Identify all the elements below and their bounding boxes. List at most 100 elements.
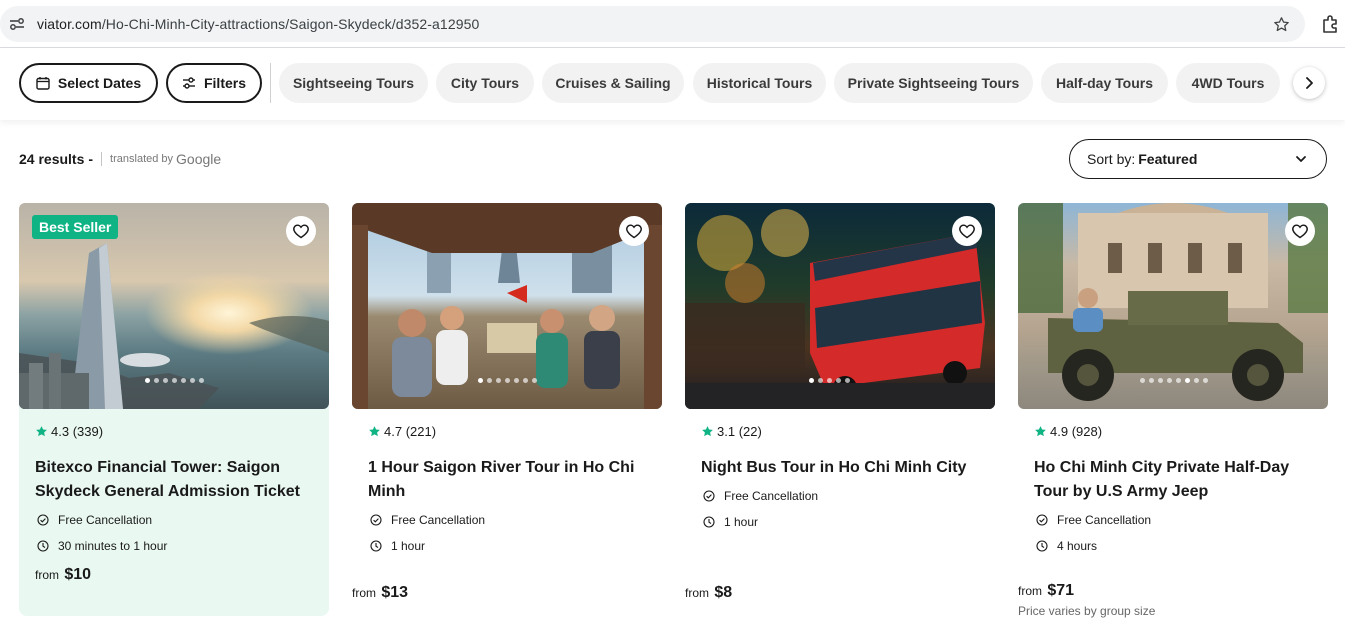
- star-icon: [369, 425, 380, 436]
- rating: 3.1 (22): [701, 423, 979, 439]
- best-seller-badge: Best Seller: [32, 215, 119, 239]
- price-value: $10: [64, 566, 92, 583]
- check-circle-icon: [1036, 514, 1048, 526]
- url-path: /Ho-Chi-Minh-City-attractions/Saigon-Sky…: [101, 16, 480, 32]
- translated-by-label: translated by: [110, 153, 174, 165]
- category-pill-4wd[interactable]: 4WD Tours: [1176, 63, 1280, 103]
- heart-icon[interactable]: [952, 216, 982, 246]
- duration: 30 minutes to 1 hour: [35, 538, 313, 554]
- product-card[interactable]: 3.1 (22) Night Bus Tour in Ho Chi Minh C…: [685, 203, 995, 616]
- filter-bar: Select Dates Filters Sightseeing Tours C…: [0, 48, 1345, 120]
- product-photo[interactable]: [352, 203, 662, 409]
- product-title[interactable]: Bitexco Financial Tower: Saigon Skydeck …: [35, 456, 313, 504]
- sort-label: Sort by:: [1087, 151, 1136, 167]
- url-host: viator.com: [37, 16, 102, 32]
- product-title[interactable]: Ho Chi Minh City Private Half-Day Tour b…: [1034, 456, 1312, 504]
- category-pill-historical[interactable]: Historical Tours: [693, 63, 826, 103]
- duration-label: 30 minutes to 1 hour: [58, 539, 168, 553]
- category-pill-cruises[interactable]: Cruises & Sailing: [542, 63, 684, 103]
- product-card[interactable]: Best Seller 4.3 (339) Bitexco Financial …: [19, 203, 329, 616]
- scroll-right-button[interactable]: [1293, 67, 1325, 99]
- google-logo[interactable]: Google: [176, 151, 221, 167]
- results-summary: 24 results - translated by Google: [19, 151, 221, 167]
- address-bar[interactable]: viator.com/Ho-Chi-Minh-City-attractions/…: [0, 6, 1305, 42]
- price: from $71: [1018, 582, 1155, 600]
- rating-value: 4.9: [1050, 423, 1069, 439]
- filters-label: Filters: [203, 75, 246, 91]
- category-pill-private-sightseeing[interactable]: Private Sightseeing Tours: [834, 63, 1033, 103]
- chevron-down-icon: [1296, 156, 1306, 162]
- price: from $8: [685, 584, 732, 602]
- heart-icon[interactable]: [619, 216, 649, 246]
- price-prefix: from: [35, 568, 59, 582]
- price-prefix: from: [352, 586, 376, 600]
- card-body: 4.3 (339) Bitexco Financial Tower: Saigo…: [19, 409, 329, 616]
- price: from $13: [352, 584, 408, 602]
- review-count: (339): [72, 423, 104, 439]
- free-cancellation-label: Free Cancellation: [58, 513, 153, 527]
- carousel-dots: [685, 378, 995, 383]
- results-separator: [101, 152, 103, 166]
- card-body: 3.1 (22) Night Bus Tour in Ho Chi Minh C…: [685, 409, 995, 616]
- bookmark-star-icon[interactable]: [1271, 14, 1291, 34]
- card-body: 4.9 (928) Ho Chi Minh City Private Half-…: [1018, 409, 1328, 619]
- carousel-dots: [19, 378, 329, 383]
- product-title[interactable]: Night Bus Tour in Ho Chi Minh City: [701, 456, 979, 480]
- carousel-dots: [1018, 378, 1328, 383]
- duration-label: 1 hour: [724, 515, 759, 529]
- price-value: $13: [381, 584, 409, 601]
- price: from $10: [35, 566, 313, 584]
- check-circle-icon: [37, 514, 49, 526]
- product-title[interactable]: 1 Hour Saigon River Tour in Ho Chi Minh: [368, 456, 646, 504]
- heart-icon[interactable]: [1285, 216, 1315, 246]
- category-pill-half-day[interactable]: Half-day Tours: [1041, 63, 1168, 103]
- review-count: (221): [405, 423, 437, 439]
- duration: 1 hour: [701, 514, 979, 530]
- free-cancellation: Free Cancellation: [1034, 512, 1312, 528]
- rating: 4.3 (339): [35, 423, 313, 439]
- duration-label: 1 hour: [391, 539, 426, 553]
- filters-button[interactable]: Filters: [166, 63, 262, 103]
- product-photo[interactable]: [1018, 203, 1328, 409]
- rating: 4.9 (928): [1034, 423, 1312, 439]
- results-count: 24 results: [19, 151, 85, 167]
- check-circle-icon: [370, 514, 382, 526]
- check-circle-icon: [703, 490, 715, 502]
- duration: 4 hours: [1034, 538, 1312, 554]
- sliders-icon: [182, 77, 195, 89]
- free-cancellation-label: Free Cancellation: [1057, 513, 1152, 527]
- extensions-icon[interactable]: [1320, 12, 1342, 36]
- clock-icon: [37, 540, 49, 552]
- select-dates-label: Select Dates: [57, 75, 142, 91]
- browser-toolbar: viator.com/Ho-Chi-Minh-City-attractions/…: [0, 0, 1345, 48]
- filter-divider: [270, 63, 271, 103]
- star-icon: [702, 425, 713, 436]
- product-photo[interactable]: Best Seller: [19, 203, 329, 409]
- category-pill-city-tours[interactable]: City Tours: [436, 63, 534, 103]
- select-dates-button[interactable]: Select Dates: [19, 63, 158, 103]
- product-photo[interactable]: [685, 203, 995, 409]
- site-info-icon[interactable]: [6, 13, 28, 35]
- chevron-right-icon: [1306, 77, 1313, 89]
- product-card[interactable]: 4.9 (928) Ho Chi Minh City Private Half-…: [1018, 203, 1328, 619]
- price-block: from $71 Price varies by group size: [1018, 582, 1155, 618]
- free-cancellation-label: Free Cancellation: [724, 489, 819, 503]
- clock-icon: [703, 516, 715, 528]
- price-note: Price varies by group size: [1018, 604, 1156, 618]
- carousel-dots: [352, 378, 662, 383]
- free-cancellation: Free Cancellation: [35, 512, 313, 528]
- duration-label: 4 hours: [1057, 539, 1098, 553]
- url-text[interactable]: viator.com/Ho-Chi-Minh-City-attractions/…: [37, 16, 479, 32]
- sort-dropdown[interactable]: Sort by: Featured: [1069, 139, 1327, 179]
- card-body: 4.7 (221) 1 Hour Saigon River Tour in Ho…: [352, 409, 662, 616]
- star-icon: [1035, 425, 1046, 436]
- product-card[interactable]: 4.7 (221) 1 Hour Saigon River Tour in Ho…: [352, 203, 662, 616]
- rating-value: 4.3: [51, 423, 70, 439]
- rating: 4.7 (221): [368, 423, 646, 439]
- sort-value: Featured: [1138, 151, 1198, 167]
- category-pill-sightseeing[interactable]: Sightseeing Tours: [279, 63, 428, 103]
- heart-icon[interactable]: [286, 216, 316, 246]
- clock-icon: [370, 540, 382, 552]
- price-value: $8: [714, 584, 733, 601]
- free-cancellation-label: Free Cancellation: [391, 513, 486, 527]
